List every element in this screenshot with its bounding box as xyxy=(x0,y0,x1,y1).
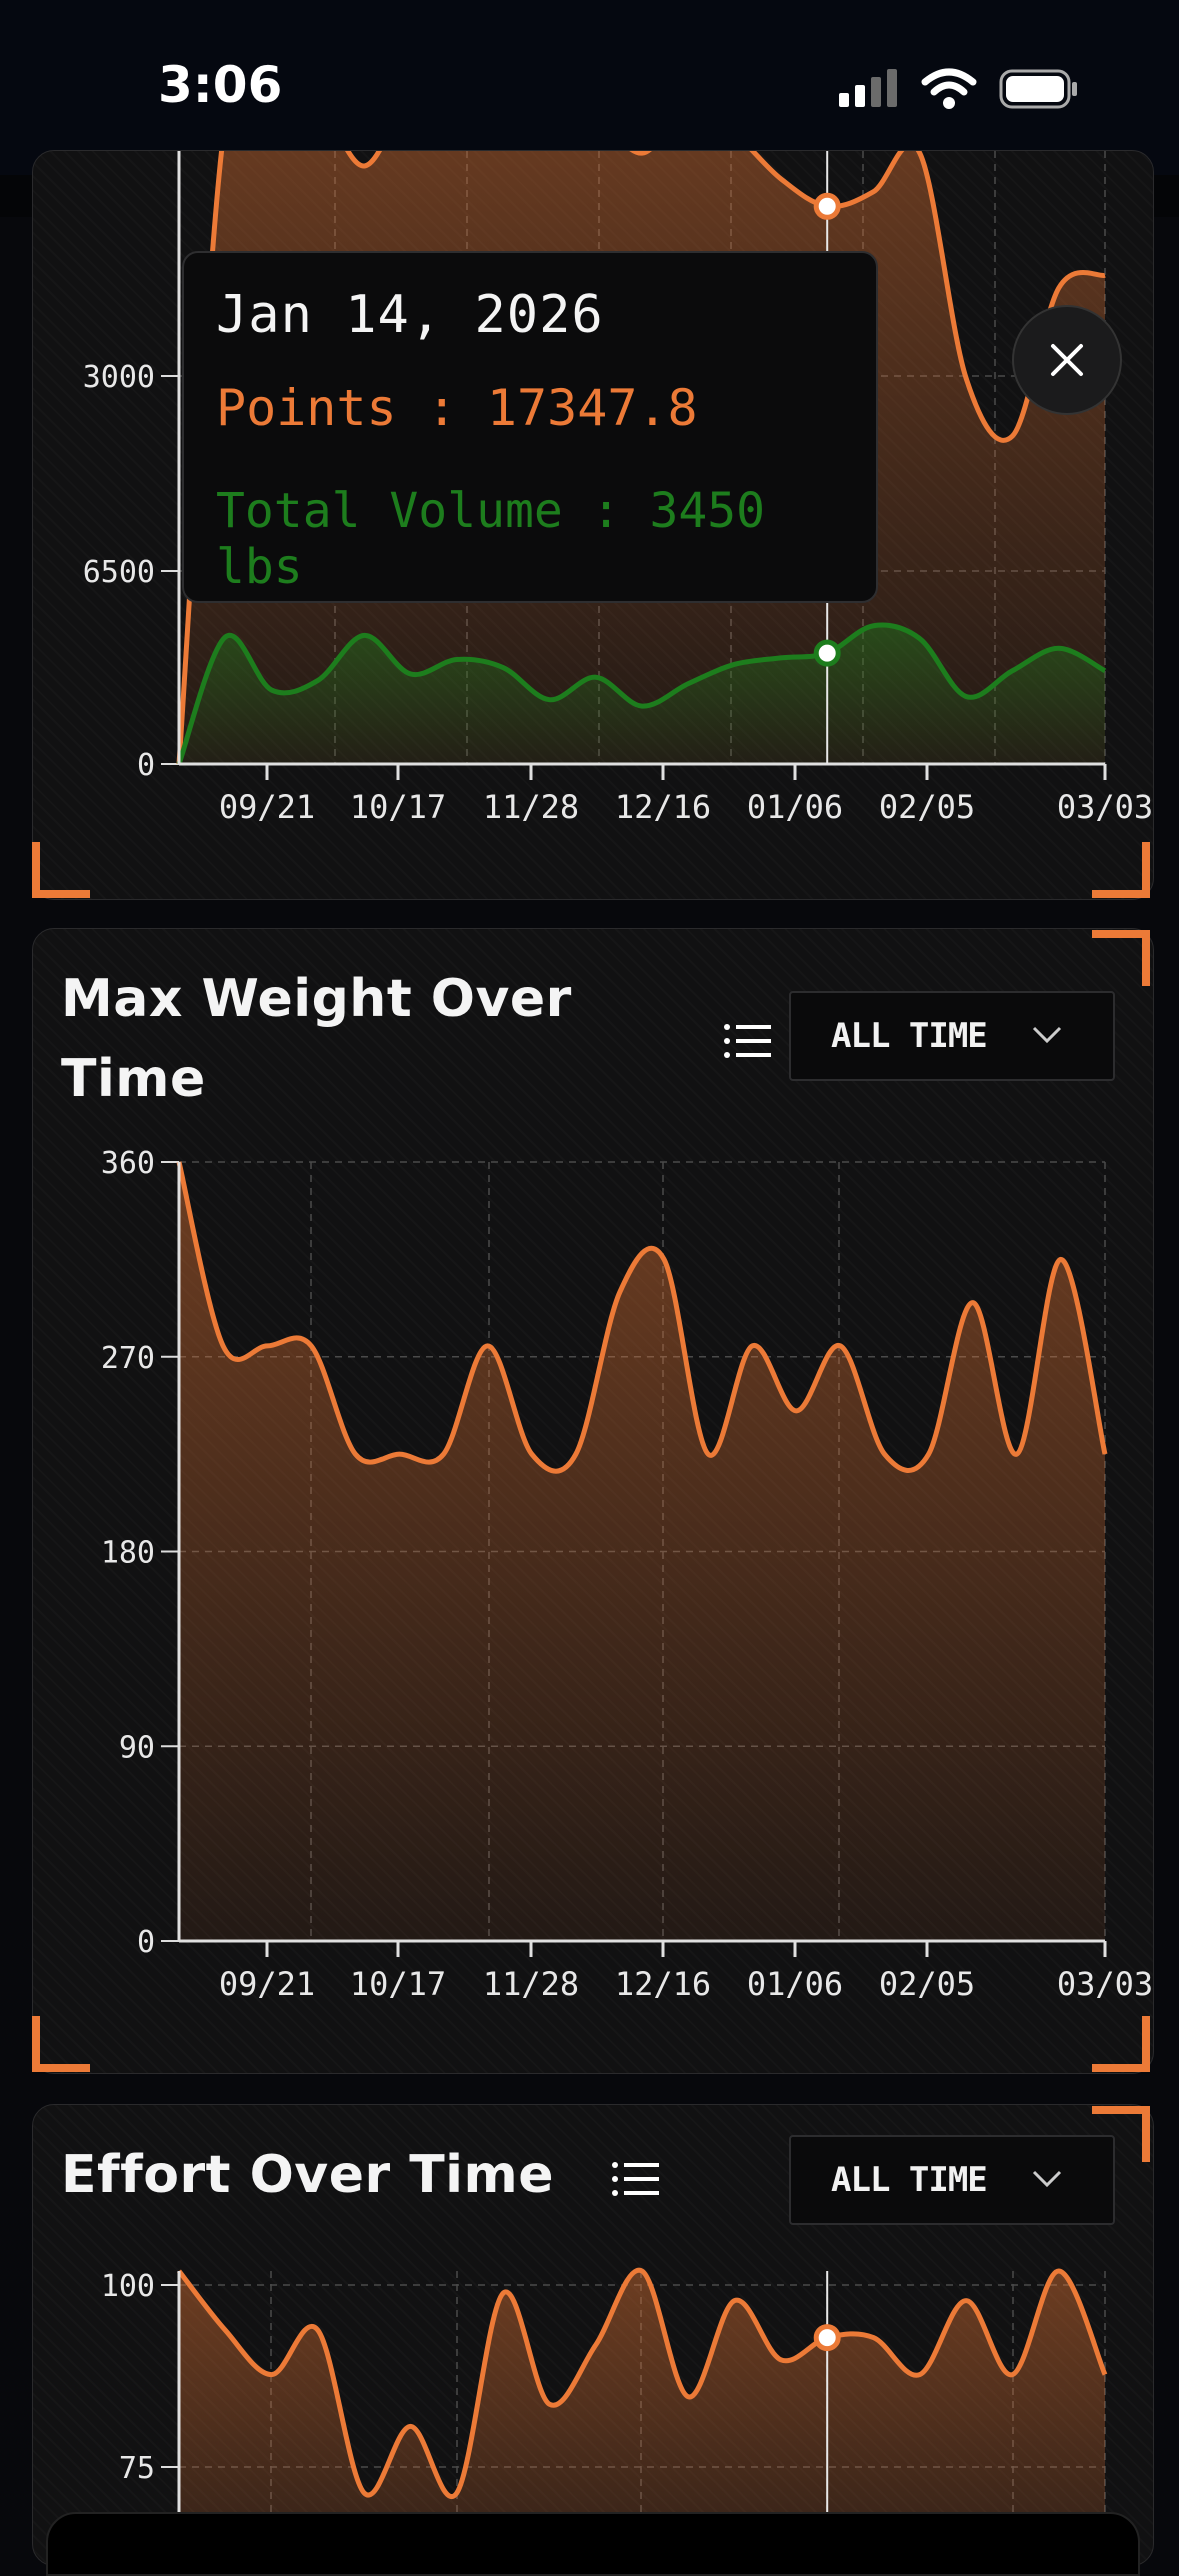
highlight-point xyxy=(813,639,841,667)
y-tick-label: 0 xyxy=(137,748,155,783)
card-corner-bracket xyxy=(1092,930,1150,986)
cellular-signal-icon xyxy=(839,69,897,107)
highlight-point xyxy=(813,2324,841,2352)
card-corner-bracket xyxy=(1092,2106,1150,2162)
y-tick-label: 90 xyxy=(119,1730,155,1765)
card-corner-bracket xyxy=(32,842,90,898)
tooltip-points: Points : 17347.8 xyxy=(216,379,698,437)
y-tick-label: 75 xyxy=(119,2451,155,2486)
x-tick-label: 09/21 xyxy=(219,788,315,826)
chart-tooltip: Jan 14, 2026 Points : 17347.8 Total Volu… xyxy=(182,251,878,603)
x-tick-label: 10/17 xyxy=(350,788,446,826)
effort-chart: 75 100 xyxy=(101,2267,1108,2565)
close-icon xyxy=(1051,344,1083,376)
x-tick-label: 01/06 xyxy=(747,788,843,826)
status-icons xyxy=(839,64,1079,114)
x-tick-label: 01/06 xyxy=(747,1965,843,2003)
status-time: 3:06 xyxy=(158,56,283,114)
y-tick-label: 270 xyxy=(101,1341,155,1376)
x-tick-label: 11/28 xyxy=(483,1965,579,2003)
x-tick-label: 11/28 xyxy=(483,788,579,826)
card-corner-bracket xyxy=(1092,2016,1150,2072)
card-corner-bracket xyxy=(1092,842,1150,898)
max-weight-card: Max Weight Over Time ALL TIME 0 90 180 270 3… xyxy=(32,928,1154,2074)
x-tick-label: 03/03 xyxy=(1057,788,1153,826)
highlight-point xyxy=(813,192,841,220)
y-tick-label: 6500 xyxy=(83,555,155,590)
battery-icon xyxy=(999,69,1077,109)
x-tick-label: 09/21 xyxy=(219,1965,315,2003)
y-tick-label: 3000 xyxy=(83,360,155,395)
x-tick-label: 12/16 xyxy=(615,788,711,826)
tooltip-date: Jan 14, 2026 xyxy=(216,285,604,345)
x-tick-label: 02/05 xyxy=(879,1965,975,2003)
x-tick-label: 10/17 xyxy=(350,1965,446,2003)
y-tick-label: 180 xyxy=(101,1536,155,1571)
card-corner-bracket xyxy=(32,2016,90,2072)
effort-card: Effort Over Time ALL TIME 75 100 xyxy=(32,2104,1154,2566)
bottom-sheet-edge xyxy=(46,2512,1140,2576)
x-tick-label: 12/16 xyxy=(615,1965,711,2003)
y-tick-label: 100 xyxy=(101,2269,155,2304)
x-tick-label: 03/03 xyxy=(1057,1965,1153,2003)
series-area xyxy=(179,1162,1105,1941)
close-tooltip-button[interactable] xyxy=(1012,305,1122,415)
status-bar: 3:06 xyxy=(0,0,1179,175)
max-weight-chart: 0 90 180 270 360 09/21 10/17 11/28 12/16 01/06 02/… xyxy=(101,1146,1153,2003)
y-tick-label: 0 xyxy=(137,1925,155,1960)
tooltip-volume: Total Volume : 3450 lbs xyxy=(216,483,766,595)
y-tick-label: 360 xyxy=(101,1146,155,1181)
x-tick-label: 02/05 xyxy=(879,788,975,826)
wifi-icon xyxy=(921,68,977,109)
